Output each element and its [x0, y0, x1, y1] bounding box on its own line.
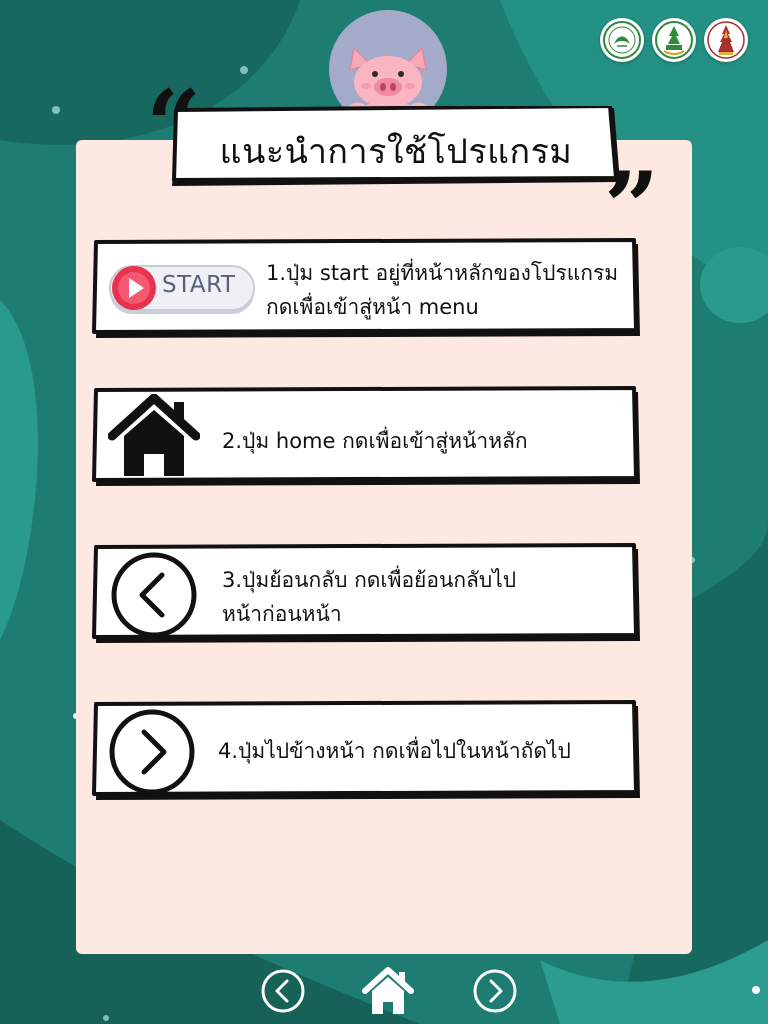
logo-emblem-3: [704, 18, 748, 62]
forward-arrow-icon: [108, 708, 196, 796]
logo-group: [600, 18, 748, 62]
logo-emblem-1: [600, 18, 644, 62]
instruction-text: 3.ปุ่มย้อนกลับ กดเพื่อย้อนกลับไป หน้าก่อ…: [222, 563, 516, 631]
back-arrow-icon: [110, 551, 198, 639]
next-circle-icon: [473, 969, 517, 1013]
logo-emblem-2: [652, 18, 696, 62]
start-button-icon: START: [108, 262, 256, 316]
instruction-text: 1.ปุ่ม start อยู่ที่หน้าหลักของโปรแกรม ก…: [266, 256, 618, 324]
instruction-line: 3.ปุ่มย้อนกลับ กดเพื่อย้อนกลับไป: [222, 568, 517, 592]
instruction-card-back: 3.ปุ่มย้อนกลับ กดเพื่อย้อนกลับไป หน้าก่อ…: [92, 543, 642, 645]
back-circle-icon: [261, 969, 305, 1013]
instruction-card-home: 2.ปุ่ม home กดเพื่อเข้าสู่หน้าหลัก: [92, 386, 642, 488]
bottom-nav: [0, 966, 768, 1020]
page-title: แนะนำการใช้โปรแกรม: [219, 132, 573, 172]
home-button[interactable]: [362, 966, 414, 1016]
instruction-line: 1.ปุ่ม start อยู่ที่หน้าหลักของโปรแกรม: [266, 261, 619, 285]
instruction-text: 2.ปุ่ม home กดเพื่อเข้าสู่หน้าหลัก: [222, 424, 528, 458]
home-icon: [362, 967, 414, 1014]
instruction-line: 2.ปุ่ม home กดเพื่อเข้าสู่หน้าหลัก: [222, 429, 528, 453]
instruction-text: 4.ปุ่มไปข้างหน้า กดเพื่อไปในหน้าถัดไป: [218, 734, 571, 768]
start-button-label: START: [162, 272, 236, 298]
instruction-line: กดเพื่อเข้าสู่หน้า menu: [266, 295, 479, 319]
next-button[interactable]: [472, 968, 518, 1014]
instruction-line: หน้าก่อนหน้า: [222, 602, 342, 626]
instruction-card-next: 4.ปุ่มไปข้างหน้า กดเพื่อไปในหน้าถัดไป: [92, 700, 642, 802]
instruction-card-start: START 1.ปุ่ม start อยู่ที่หน้าหลักของโปร…: [92, 238, 642, 340]
home-icon: [108, 394, 200, 478]
back-button[interactable]: [260, 968, 306, 1014]
title-frame: แนะนำการใช้โปรแกรม: [170, 106, 622, 188]
instruction-line: 4.ปุ่มไปข้างหน้า กดเพื่อไปในหน้าถัดไป: [218, 739, 571, 763]
